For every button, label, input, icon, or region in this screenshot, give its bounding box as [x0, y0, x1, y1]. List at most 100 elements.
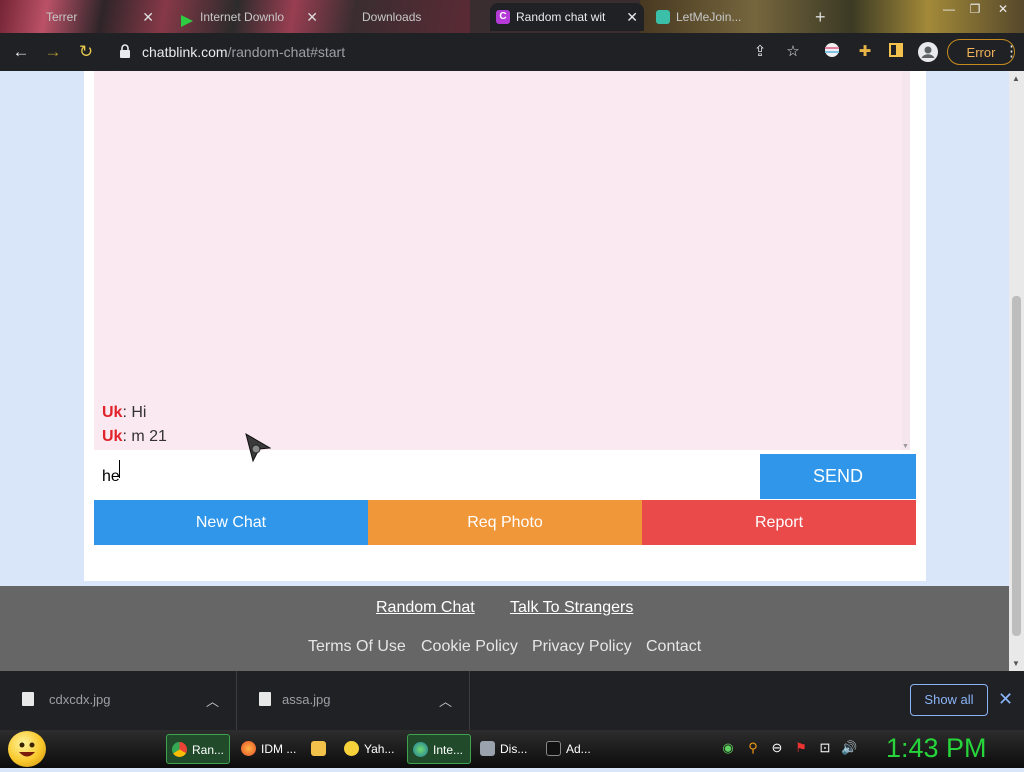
chat-message: Uk: m 21 — [102, 428, 167, 446]
footer-link-contact[interactable]: Contact — [646, 638, 701, 656]
extensions-puzzle-icon[interactable]: ✚ — [855, 42, 875, 62]
url-text: chatblink.com/random-chat#start — [142, 44, 345, 60]
page-scrollbar[interactable]: ▲ ▼ — [1009, 71, 1024, 671]
footer-link-terms[interactable]: Terms Of Use — [308, 638, 406, 656]
taskbar-item-admin-console[interactable]: Ad... — [541, 734, 605, 764]
taskbar-item-idm[interactable]: IDM ... — [236, 734, 300, 764]
tab-downloads[interactable]: Downloads — [336, 3, 486, 31]
download-item[interactable]: cdxcdx.jpg ︿ — [0, 671, 237, 730]
restore-icon[interactable]: ❐ — [962, 0, 988, 20]
minimize-icon[interactable]: — — [936, 0, 962, 20]
extension-flag-icon[interactable] — [822, 42, 842, 62]
folder-icon — [311, 741, 326, 756]
message-text: : m 21 — [122, 428, 167, 445]
text-caret — [119, 460, 120, 478]
taskbar-label: Dis... — [500, 742, 528, 756]
message-input[interactable] — [94, 454, 760, 499]
network-globe-icon[interactable]: ◉ — [720, 740, 736, 756]
reload-icon[interactable]: ↻ — [75, 41, 97, 63]
minus-circle-icon[interactable]: ⊖ — [769, 740, 785, 756]
report-button[interactable]: Report — [642, 500, 916, 545]
footer-link-random-chat[interactable]: Random Chat — [376, 599, 475, 617]
downloads-bar: cdxcdx.jpg ︿ assa.jpg ︿ Show all ✕ — [0, 671, 1024, 730]
mouse-cursor-icon — [245, 433, 271, 463]
tab-title: Terrer — [46, 10, 78, 24]
action-center-flag-icon[interactable]: ⚑ — [793, 740, 809, 756]
taskbar-item-folder[interactable] — [306, 734, 334, 764]
site-footer: Random Chat Talk To Strangers Terms Of U… — [0, 586, 1009, 671]
show-all-downloads-button[interactable]: Show all — [910, 684, 988, 716]
taskbar-label: Inte... — [433, 743, 464, 757]
taskbar-label: IDM ... — [261, 742, 297, 756]
close-tab-icon[interactable]: ✕ — [626, 3, 638, 31]
send-button[interactable]: SEND — [760, 454, 916, 499]
message-text: : Hi — [122, 404, 147, 421]
message-sender: Uk — [102, 428, 123, 445]
share-icon[interactable]: ⇪ — [750, 42, 770, 62]
close-tab-icon[interactable]: ✕ — [142, 3, 154, 31]
taskbar-label: Yah... — [364, 742, 395, 756]
console-icon — [546, 741, 561, 756]
volume-icon[interactable]: 🔊 — [841, 740, 857, 756]
tab-title: Random chat wit — [516, 10, 606, 24]
tab-title: LetMeJoin... — [676, 10, 742, 24]
close-window-icon[interactable]: ✕ — [990, 0, 1016, 20]
scroll-up-arrow-icon[interactable]: ▲ — [1012, 74, 1020, 83]
tab-title: Downloads — [362, 10, 422, 24]
windows-taskbar: Ran... IDM ... Yah... Inte... Dis... Ad.… — [0, 730, 1024, 768]
yahoo-messenger-icon — [344, 741, 359, 756]
system-clock[interactable]: 1:43 PM — [886, 733, 987, 764]
taskbar-item-chrome[interactable]: Ran... — [166, 734, 230, 764]
download-item[interactable]: assa.jpg ︿ — [237, 671, 470, 730]
file-icon — [22, 692, 34, 706]
site-favicon-icon — [656, 10, 670, 24]
new-tab-button[interactable]: + — [815, 3, 837, 31]
tab-title: Internet Downlo — [200, 10, 285, 24]
new-chat-button[interactable]: New Chat — [94, 500, 368, 545]
address-bar[interactable]: chatblink.com/random-chat#start — [108, 37, 744, 67]
close-tab-icon[interactable]: ✕ — [306, 3, 318, 31]
taskbar-label: Ad... — [566, 742, 591, 756]
url-path: /random-chat#start — [227, 44, 346, 60]
browser-tab-strip: Terrer ✕ Internet Downlo ✕ Downloads C R… — [0, 0, 1024, 33]
footer-link-cookie-policy[interactable]: Cookie Policy — [421, 638, 518, 656]
search-icon[interactable]: ⚲ — [745, 740, 761, 756]
footer-link-talk-to-strangers[interactable]: Talk To Strangers — [510, 599, 633, 617]
profile-avatar-icon[interactable] — [918, 42, 938, 62]
taskbar-item-yahoo[interactable]: Yah... — [339, 734, 403, 764]
page-content: Uk: Hi Uk: m 21 ▼ Random Chat Talk To St… — [0, 71, 1009, 671]
forward-arrow-icon[interactable]: → — [42, 41, 64, 63]
lock-icon — [120, 44, 130, 58]
chevron-up-icon[interactable]: ︿ — [206, 691, 219, 710]
start-smiley-icon[interactable] — [8, 731, 46, 767]
scroll-down-arrow-icon[interactable]: ▼ — [1012, 659, 1020, 668]
chevron-up-icon[interactable]: ︿ — [439, 691, 452, 710]
firefox-icon — [241, 741, 256, 756]
side-panel-icon[interactable] — [886, 42, 906, 62]
chat-message: Uk: Hi — [102, 404, 146, 422]
taskbar-label: Ran... — [192, 743, 225, 757]
chat-messages-area: Uk: Hi Uk: m 21 ▼ — [94, 71, 910, 450]
back-arrow-icon[interactable]: ← — [10, 41, 32, 63]
taskbar-item-display[interactable]: Dis... — [475, 734, 539, 764]
req-photo-button[interactable]: Req Photo — [368, 500, 642, 545]
scroll-down-arrow-icon[interactable]: ▼ — [902, 443, 909, 450]
tab-random-chat[interactable]: C Random chat wit ✕ — [490, 3, 644, 31]
more-menu-icon[interactable]: ⋮ — [1004, 42, 1019, 62]
close-icon[interactable]: ✕ — [998, 689, 1013, 710]
chat-scrollbar[interactable]: ▼ — [902, 71, 910, 450]
display-icon — [480, 741, 495, 756]
tab-terrer[interactable]: Terrer ✕ — [20, 3, 160, 31]
scrollbar-thumb[interactable] — [1012, 296, 1021, 636]
message-sender: Uk — [102, 404, 123, 421]
taskbar-item-internet-download-manager[interactable]: Inte... — [407, 734, 471, 764]
tab-internet-download-manager[interactable]: Internet Downlo ✕ — [174, 3, 324, 31]
browser-toolbar: ← → ↻ chatblink.com/random-chat#start ⇪ … — [0, 33, 1024, 71]
file-icon — [259, 692, 271, 706]
tab-letmejoin[interactable]: LetMeJoin... — [650, 3, 810, 31]
footer-link-privacy-policy[interactable]: Privacy Policy — [532, 638, 632, 656]
idm-icon — [180, 10, 194, 27]
bookmark-star-icon[interactable]: ☆ — [783, 42, 803, 62]
idm-globe-icon — [413, 742, 428, 757]
network-icon[interactable]: ⊡ — [817, 740, 833, 756]
